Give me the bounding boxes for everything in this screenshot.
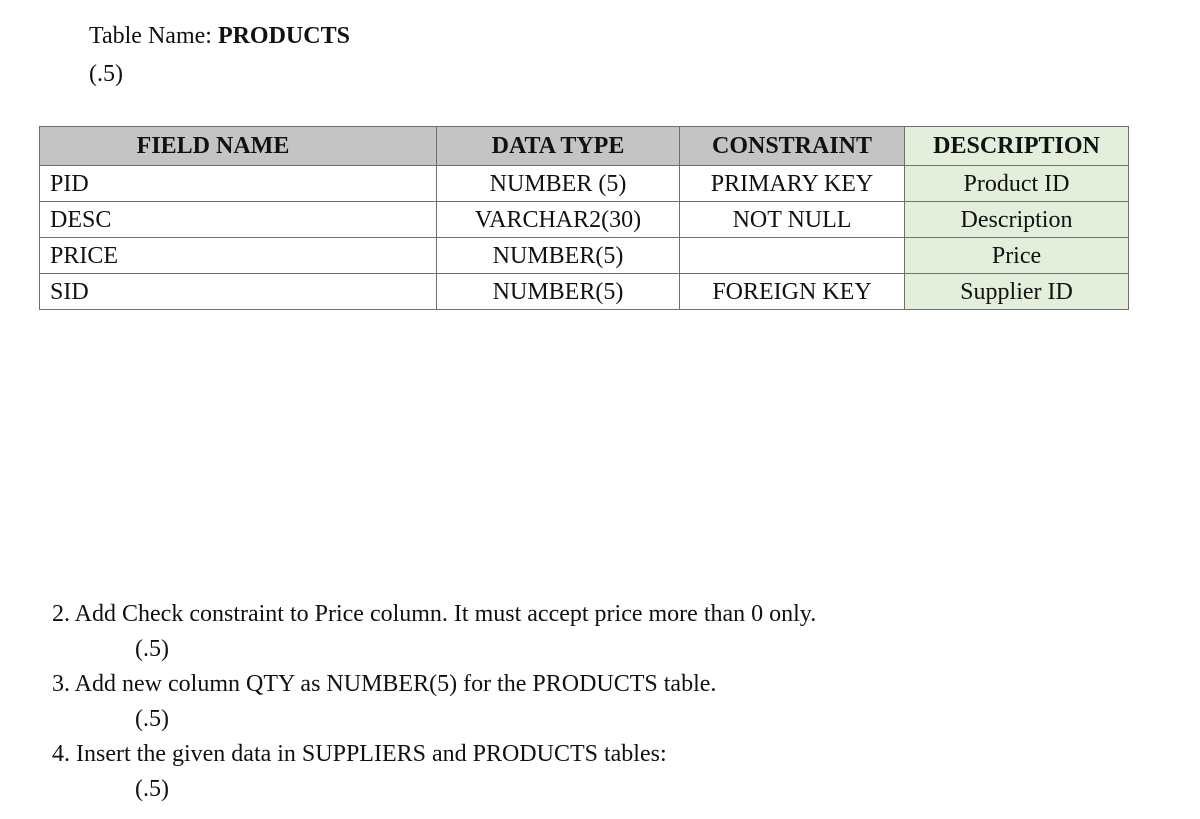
cell-constraint: NOT NULL xyxy=(679,201,905,238)
cell-constraint: PRIMARY KEY xyxy=(679,165,905,202)
column-header-data-type: DATA TYPE xyxy=(436,126,680,166)
cell-constraint: FOREIGN KEY xyxy=(679,273,905,310)
table-name-heading: Table Name: PRODUCTS xyxy=(89,20,350,52)
cell-description: Description xyxy=(904,201,1129,238)
column-header-field-name: FIELD NAME xyxy=(39,126,437,166)
cell-field-name: PRICE xyxy=(39,237,437,274)
table-header-row: FIELD NAME DATA TYPE CONSTRAINT DESCRIPT… xyxy=(39,126,1129,166)
column-header-constraint: CONSTRAINT xyxy=(679,126,905,166)
cell-description: Product ID xyxy=(904,165,1129,202)
question-points: (.5) xyxy=(135,706,169,732)
question-item: 3. Add new column QTY as NUMBER(5) for t… xyxy=(52,671,717,697)
question-list: 2. Add Check constraint to Price column.… xyxy=(52,597,816,807)
cell-description: Supplier ID xyxy=(904,273,1129,310)
table-name-value: PRODUCTS xyxy=(217,23,350,49)
table-row: PRICE NUMBER(5) Price xyxy=(39,237,1129,274)
question-item: 4. Insert the given data in SUPPLIERS an… xyxy=(52,741,667,767)
cell-data-type: NUMBER (5) xyxy=(436,165,680,202)
column-header-description: DESCRIPTION xyxy=(904,126,1129,166)
table-row: DESC VARCHAR2(30) NOT NULL Description xyxy=(39,201,1129,238)
question-item: 2. Add Check constraint to Price column.… xyxy=(52,601,817,627)
points-label: (.5) xyxy=(89,61,123,87)
cell-data-type: NUMBER(5) xyxy=(436,237,680,274)
products-schema-table: FIELD NAME DATA TYPE CONSTRAINT DESCRIPT… xyxy=(39,126,1129,310)
cell-constraint xyxy=(679,237,905,274)
cell-description: Price xyxy=(904,237,1129,274)
cell-field-name: DESC xyxy=(39,201,437,238)
question-points: (.5) xyxy=(135,636,169,662)
cell-field-name: SID xyxy=(39,273,437,310)
table-row: SID NUMBER(5) FOREIGN KEY Supplier ID xyxy=(39,273,1129,310)
table-row: PID NUMBER (5) PRIMARY KEY Product ID xyxy=(39,165,1129,202)
cell-data-type: VARCHAR2(30) xyxy=(436,201,680,238)
cell-field-name: PID xyxy=(39,165,437,202)
table-name-label: Table Name: xyxy=(89,23,218,49)
cell-data-type: NUMBER(5) xyxy=(436,273,680,310)
question-points: (.5) xyxy=(135,776,169,802)
